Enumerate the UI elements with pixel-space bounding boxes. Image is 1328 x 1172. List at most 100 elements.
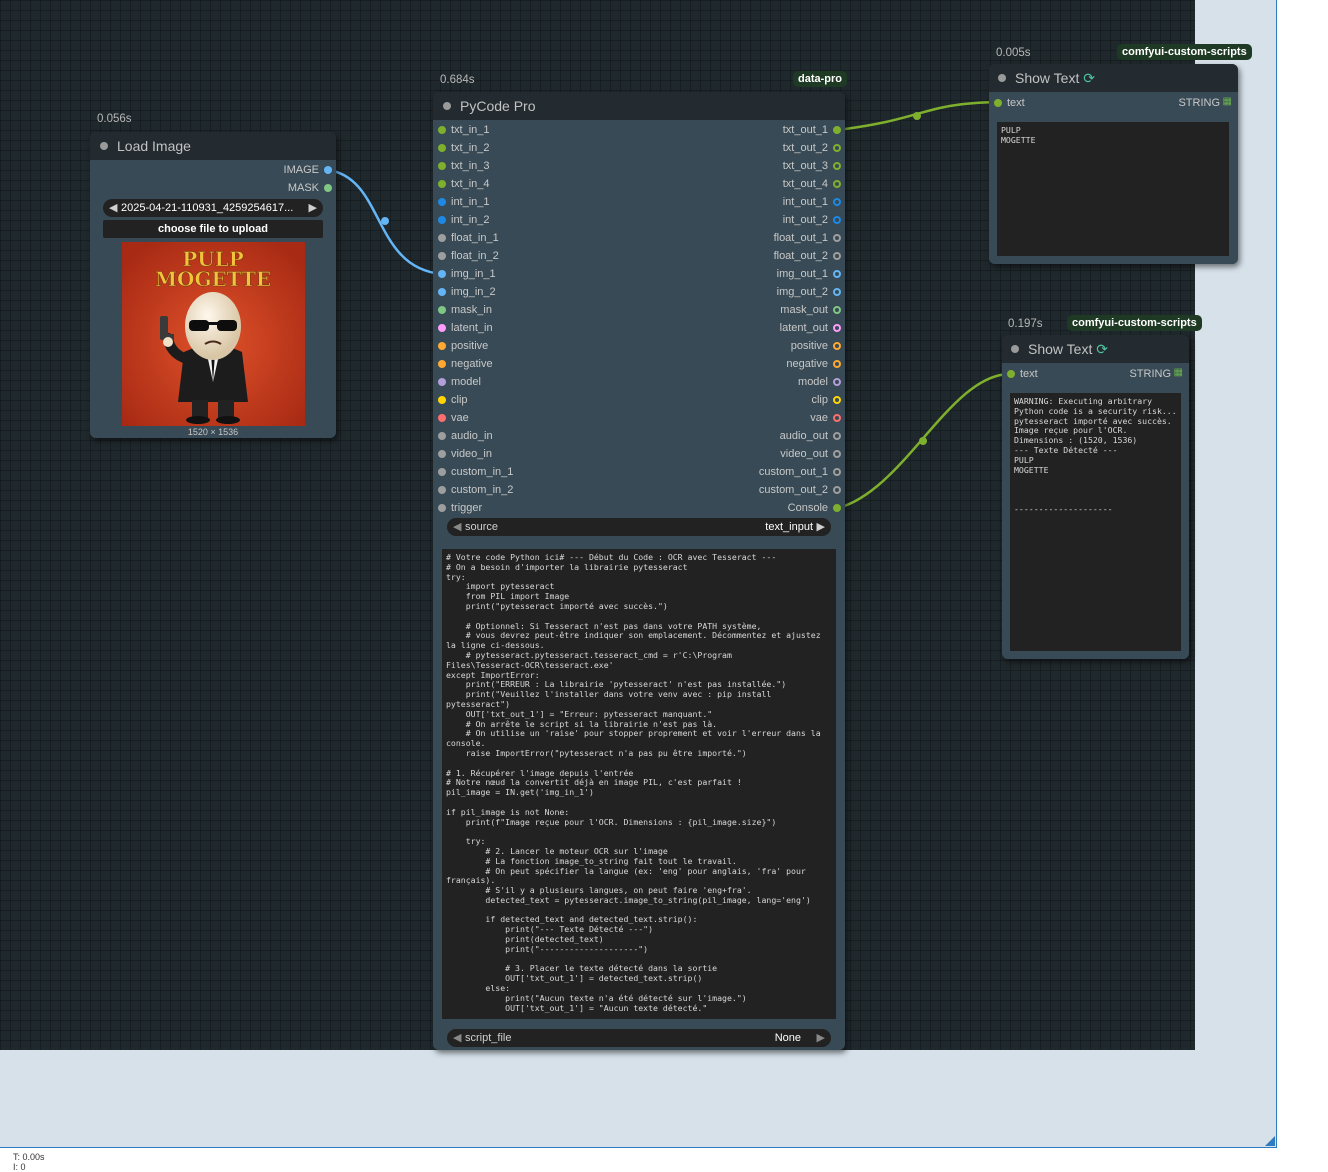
input-text[interactable]: text [994,96,1025,110]
socket-icon[interactable] [438,324,446,332]
input-int-in-2[interactable]: int_in_2 [438,213,490,227]
input-custom-in-2[interactable]: custom_in_2 [438,483,513,497]
socket-icon[interactable] [324,166,332,174]
socket-icon[interactable] [833,450,841,458]
output-int-out-1[interactable]: int_out_1 [783,195,841,209]
pycode-header[interactable]: PyCode Pro [433,92,845,120]
socket-icon[interactable] [438,396,446,404]
output-audio-out[interactable]: audio_out [780,429,841,443]
show-text-2-content[interactable]: WARNING: Executing arbitrary Python code… [1010,393,1181,651]
load-image-header[interactable]: Load Image [90,132,336,160]
upload-button[interactable]: choose file to upload [103,220,323,238]
input-int-in-1[interactable]: int_in_1 [438,195,490,209]
socket-icon[interactable] [438,468,446,476]
socket-icon[interactable] [833,342,841,350]
output-vae[interactable]: vae [810,411,841,425]
socket-icon[interactable] [833,324,841,332]
input-clip[interactable]: clip [438,393,468,407]
combo-right-arrow-icon[interactable]: ▶ [309,199,317,217]
socket-icon[interactable] [833,270,841,278]
input-float-in-2[interactable]: float_in_2 [438,249,499,263]
input-img-in-2[interactable]: img_in_2 [438,285,496,299]
socket-icon[interactable] [438,306,446,314]
output-custom-out-1[interactable]: custom_out_1 [759,465,841,479]
socket-icon[interactable] [324,184,332,192]
combo-right-arrow-icon[interactable]: ▶ [817,518,825,536]
output-model[interactable]: model [798,375,841,389]
output-image[interactable]: IMAGE [284,163,332,177]
input-txt-in-3[interactable]: txt_in_3 [438,159,490,173]
input-text[interactable]: text [1007,367,1038,381]
socket-icon[interactable] [833,432,841,440]
input-txt-in-4[interactable]: txt_in_4 [438,177,490,191]
pycode-pro-node[interactable]: PyCode Pro txt_in_1 txt_in_2 txt_in_3 txt_i… [433,92,845,1050]
input-mask-in[interactable]: mask_in [438,303,492,317]
socket-icon[interactable] [833,306,841,314]
list-output-icon[interactable]: ▦ [1174,367,1183,378]
show-text-node-1[interactable]: Show Text ⟳ text STRING ▦ PULP MOGETTE [989,64,1238,264]
output-clip[interactable]: clip [811,393,841,407]
output-negative[interactable]: negative [786,357,841,371]
socket-icon[interactable] [438,378,446,386]
socket-icon[interactable] [833,126,841,134]
socket-icon[interactable] [438,234,446,242]
combo-left-arrow-icon[interactable]: ◀ [109,199,117,217]
input-txt-in-1[interactable]: txt_in_1 [438,123,490,137]
socket-icon[interactable] [833,216,841,224]
socket-icon[interactable] [833,234,841,242]
socket-icon[interactable] [438,360,446,368]
collapse-dot-icon[interactable] [998,74,1006,82]
combo-left-arrow-icon[interactable]: ◀ [453,1029,461,1047]
output-console[interactable]: Console [788,501,841,515]
output-int-out-2[interactable]: int_out_2 [783,213,841,227]
input-custom-in-1[interactable]: custom_in_1 [438,465,513,479]
output-positive[interactable]: positive [791,339,841,353]
input-model[interactable]: model [438,375,481,389]
load-image-node[interactable]: Load Image IMAGE MASK ◀ 2025-04-21-110931… [90,132,336,438]
socket-icon[interactable] [833,198,841,206]
input-negative[interactable]: negative [438,357,493,371]
output-custom-out-2[interactable]: custom_out_2 [759,483,841,497]
socket-icon[interactable] [438,288,446,296]
output-latent-out[interactable]: latent_out [780,321,841,335]
socket-icon[interactable] [438,162,446,170]
socket-icon[interactable] [438,252,446,260]
show-text-2-header[interactable]: Show Text ⟳ [1002,335,1189,363]
socket-icon[interactable] [438,126,446,134]
socket-icon[interactable] [438,486,446,494]
socket-icon[interactable] [833,252,841,260]
show-text-node-2[interactable]: Show Text ⟳ text STRING ▦ WARNING: Execu… [1002,335,1189,659]
wire-image-midpoint[interactable] [381,217,389,225]
socket-icon[interactable] [438,432,446,440]
socket-icon[interactable] [994,99,1002,107]
output-float-out-1[interactable]: float_out_1 [774,231,841,245]
list-output-icon[interactable]: ▦ [1223,96,1232,107]
output-mask[interactable]: MASK [288,181,332,195]
input-trigger[interactable]: trigger [438,501,482,515]
socket-icon[interactable] [833,288,841,296]
output-string[interactable]: STRING [1129,367,1171,381]
socket-icon[interactable] [438,270,446,278]
input-latent-in[interactable]: latent_in [438,321,493,335]
collapse-dot-icon[interactable] [1011,345,1019,353]
socket-icon[interactable] [438,504,446,512]
socket-icon[interactable] [438,414,446,422]
code-editor[interactable]: # Votre code Python ici# --- Début du Co… [442,549,836,1019]
wire-console-midpoint[interactable] [919,437,927,445]
socket-icon[interactable] [833,378,841,386]
input-vae[interactable]: vae [438,411,469,425]
collapse-dot-icon[interactable] [100,142,108,150]
combo-left-arrow-icon[interactable]: ◀ [453,518,461,536]
show-text-1-header[interactable]: Show Text ⟳ [989,64,1238,92]
output-float-out-2[interactable]: float_out_2 [774,249,841,263]
socket-icon[interactable] [833,144,841,152]
socket-icon[interactable] [833,414,841,422]
socket-icon[interactable] [438,216,446,224]
output-video-out[interactable]: video_out [780,447,841,461]
socket-icon[interactable] [438,342,446,350]
input-video-in[interactable]: video_in [438,447,492,461]
socket-icon[interactable] [438,198,446,206]
script-file-combo[interactable]: ◀ script_file None ▶ [447,1029,831,1047]
input-txt-in-2[interactable]: txt_in_2 [438,141,490,155]
socket-icon[interactable] [1007,370,1015,378]
